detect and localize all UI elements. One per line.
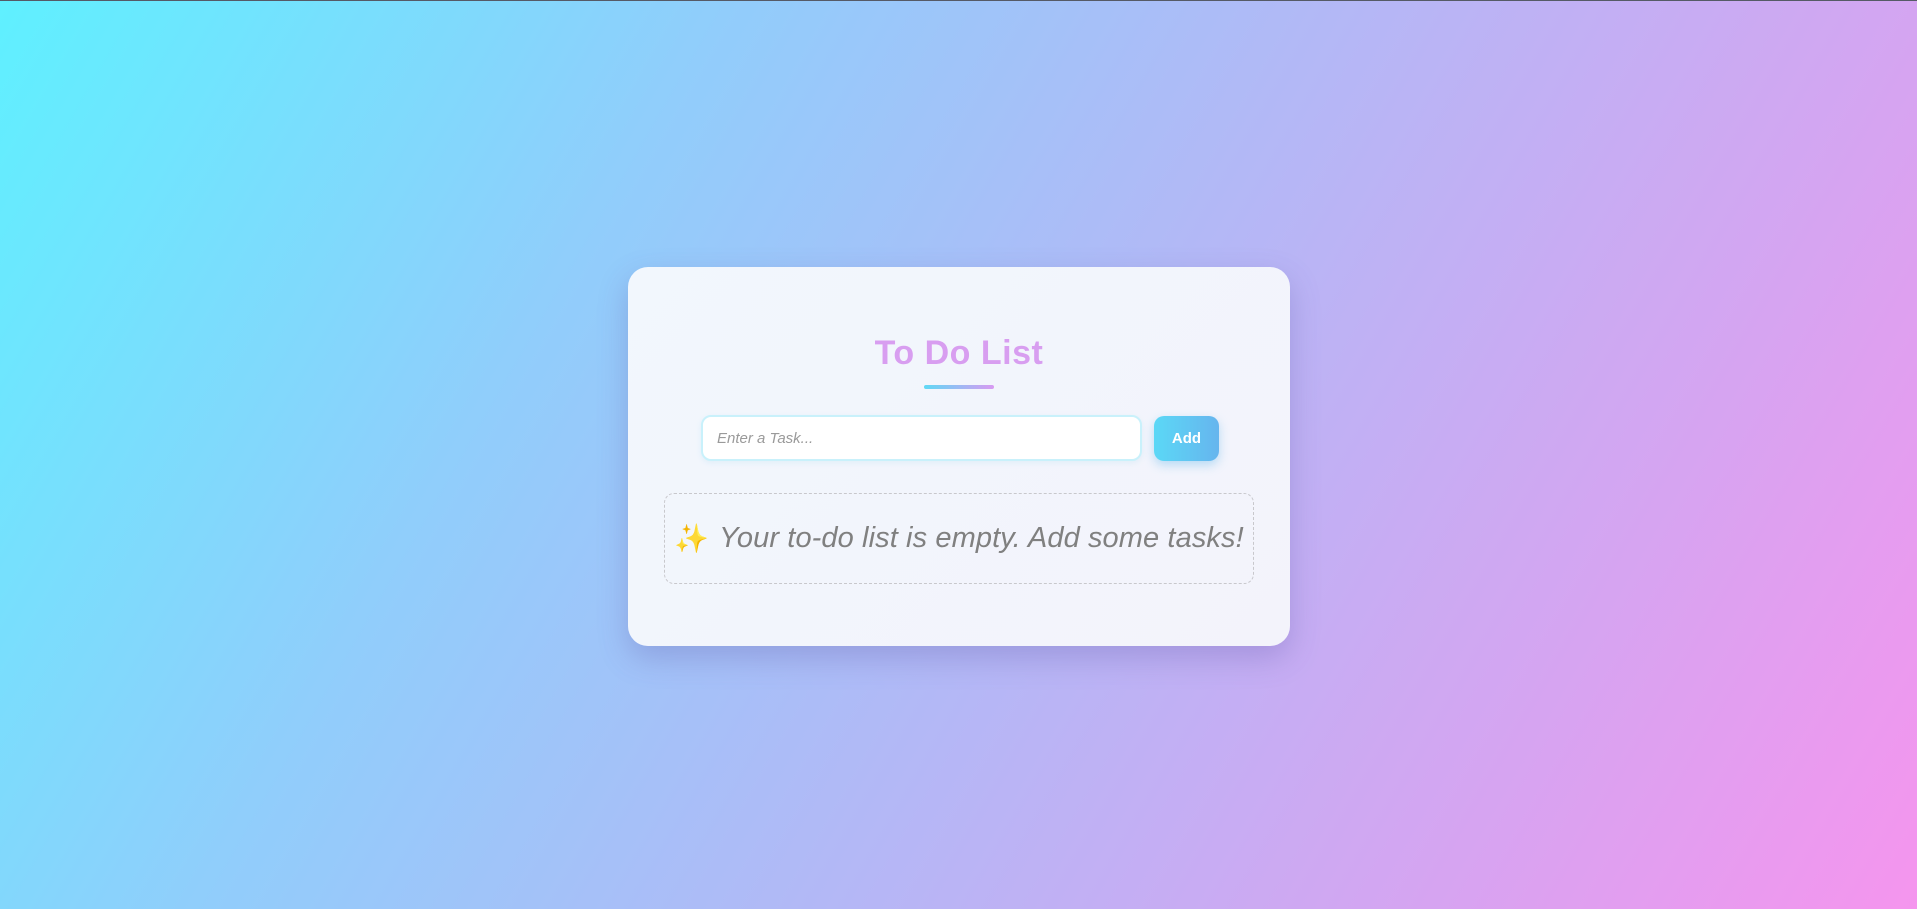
add-task-button[interactable]: Add [1154, 416, 1219, 461]
top-border-line [0, 0, 1917, 1]
empty-state-message: Your to-do list is empty. Add some tasks… [719, 522, 1244, 554]
todo-card: To Do List Add ✨ Your to-do list is empt… [628, 267, 1290, 646]
task-input[interactable] [701, 415, 1142, 461]
sparkles-icon: ✨ [674, 522, 710, 554]
page-title: To Do List [874, 334, 1044, 372]
empty-state: ✨ Your to-do list is empty. Add some tas… [664, 493, 1254, 584]
title-underline [924, 385, 994, 389]
